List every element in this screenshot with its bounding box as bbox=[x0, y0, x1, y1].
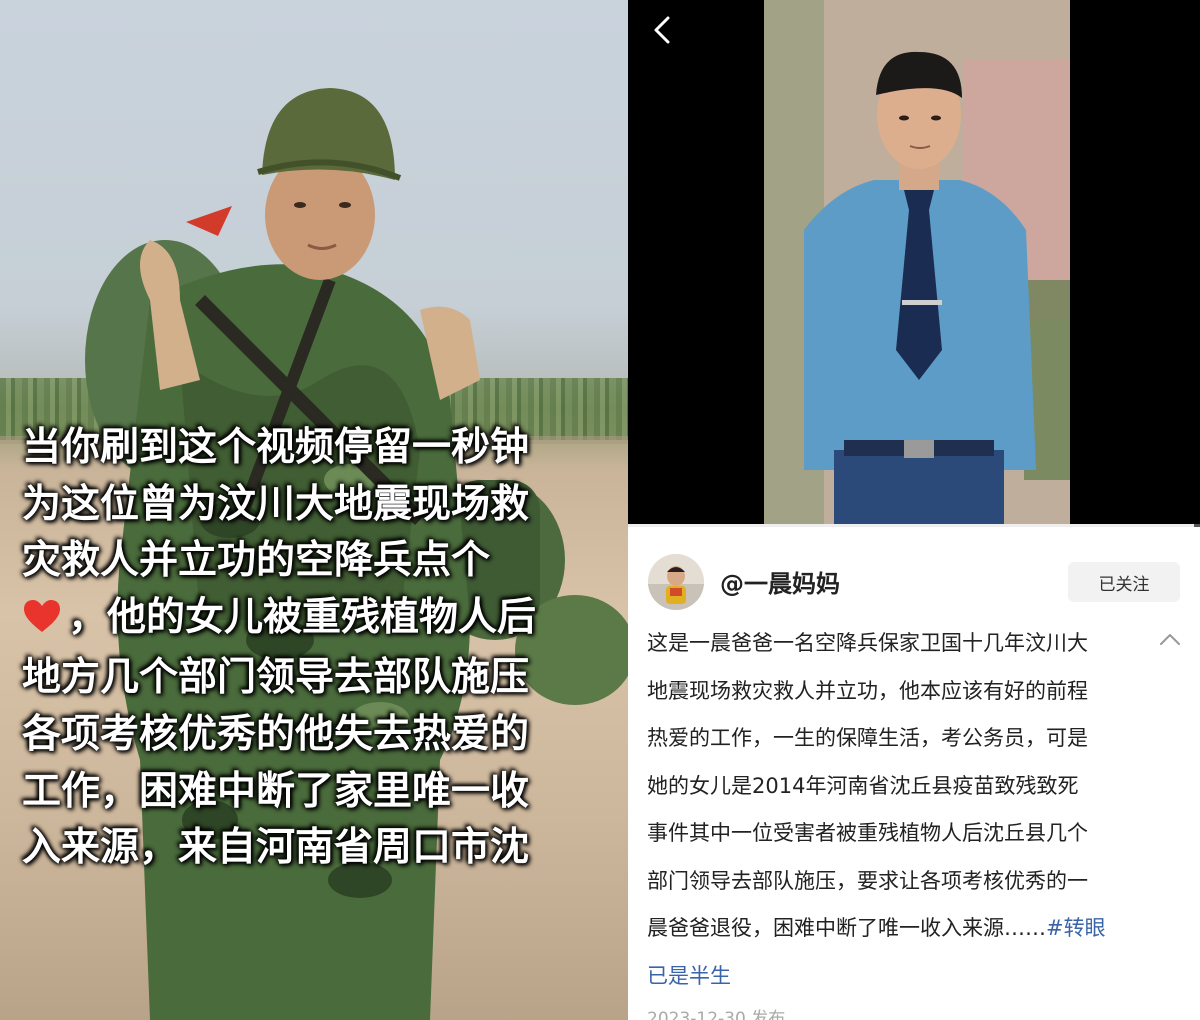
description-line: 她的女儿是2014年河南省沈丘县疫苗致残致死 bbox=[647, 773, 1079, 798]
description-line: 部门领导去部队施压，要求让各项考核优秀的一 bbox=[647, 868, 1088, 893]
collapse-description-button[interactable] bbox=[1152, 624, 1188, 654]
man-in-uniform-image bbox=[764, 0, 1070, 526]
video-progress-fill bbox=[628, 524, 1195, 527]
chevron-left-icon bbox=[654, 16, 670, 44]
caption-line: 当你刷到这个视频停留一秒钟 bbox=[22, 425, 530, 470]
caption-text: ，他的女儿被重残植物人后 bbox=[68, 594, 537, 640]
description-text: 晨爸爸退役，困难中断了唯一收入来源…… bbox=[647, 916, 1046, 940]
author-row: @一晨妈妈 已关注 bbox=[648, 552, 1180, 612]
publish-date: 2023-12-30 发布 bbox=[647, 1009, 786, 1020]
portrait-photo bbox=[764, 0, 1070, 526]
caption-line: 为这位曾为汶川大地震现场救 bbox=[22, 481, 530, 527]
post-detail-panel: @一晨妈妈 已关注 这是一晨爸爸一名空降兵保家卫国十几年汶川大 地震现场救灾救人… bbox=[628, 0, 1200, 1020]
description-line: 热爱的工作，一生的保障生活，考公务员，可是 bbox=[647, 726, 1088, 750]
caption-line-with-heart: ，他的女儿被重残植物人后 bbox=[22, 590, 622, 651]
chevron-up-icon bbox=[1160, 634, 1180, 645]
description-line-with-hashtag: 晨爸爸退役，困难中断了唯一收入来源……#转眼 bbox=[647, 905, 1147, 953]
video-player[interactable] bbox=[628, 0, 1200, 527]
video-progress-bar[interactable] bbox=[628, 524, 1200, 527]
following-button[interactable]: 已关注 bbox=[1068, 562, 1180, 602]
caption-line: 灾救人并立功的空降兵点个 bbox=[22, 538, 491, 584]
author-avatar[interactable] bbox=[648, 554, 704, 610]
description-line: 事件其中一位受害者被重残植物人后沈丘县几个 bbox=[647, 821, 1088, 845]
caption-line: 工作，困难中断了家里唯一收 bbox=[22, 768, 530, 814]
description-line: 地震现场救灾救人并立功，他本应该有好的前程 bbox=[647, 678, 1088, 703]
caption-line: 各项考核优秀的他失去热爱的 bbox=[22, 711, 530, 757]
caption-line: 入来源，来自河南省周口市沈 bbox=[22, 825, 530, 871]
video-frame-left[interactable]: 当你刷到这个视频停留一秒钟 为这位曾为汶川大地震现场救 灾救人并立功的空降兵点个… bbox=[0, 0, 628, 1020]
red-heart-icon bbox=[22, 594, 68, 651]
caption-line: 地方几个部门领导去部队施压 bbox=[22, 655, 530, 701]
hashtag-link-continued[interactable]: 已是半生 bbox=[647, 953, 1147, 1001]
post-description: 这是一晨爸爸一名空降兵保家卫国十几年汶川大 地震现场救灾救人并立功，他本应该有好… bbox=[647, 620, 1147, 1000]
avatar-child-photo bbox=[648, 554, 704, 610]
author-name[interactable]: @一晨妈妈 bbox=[720, 564, 840, 599]
video-caption-overlay: 当你刷到这个视频停留一秒钟 为这位曾为汶川大地震现场救 灾救人并立功的空降兵点个… bbox=[22, 420, 622, 877]
back-button[interactable] bbox=[642, 10, 682, 50]
hashtag-link[interactable]: #转眼 bbox=[1046, 916, 1106, 940]
description-line: 这是一晨爸爸一名空降兵保家卫国十几年汶川大 bbox=[647, 631, 1088, 655]
